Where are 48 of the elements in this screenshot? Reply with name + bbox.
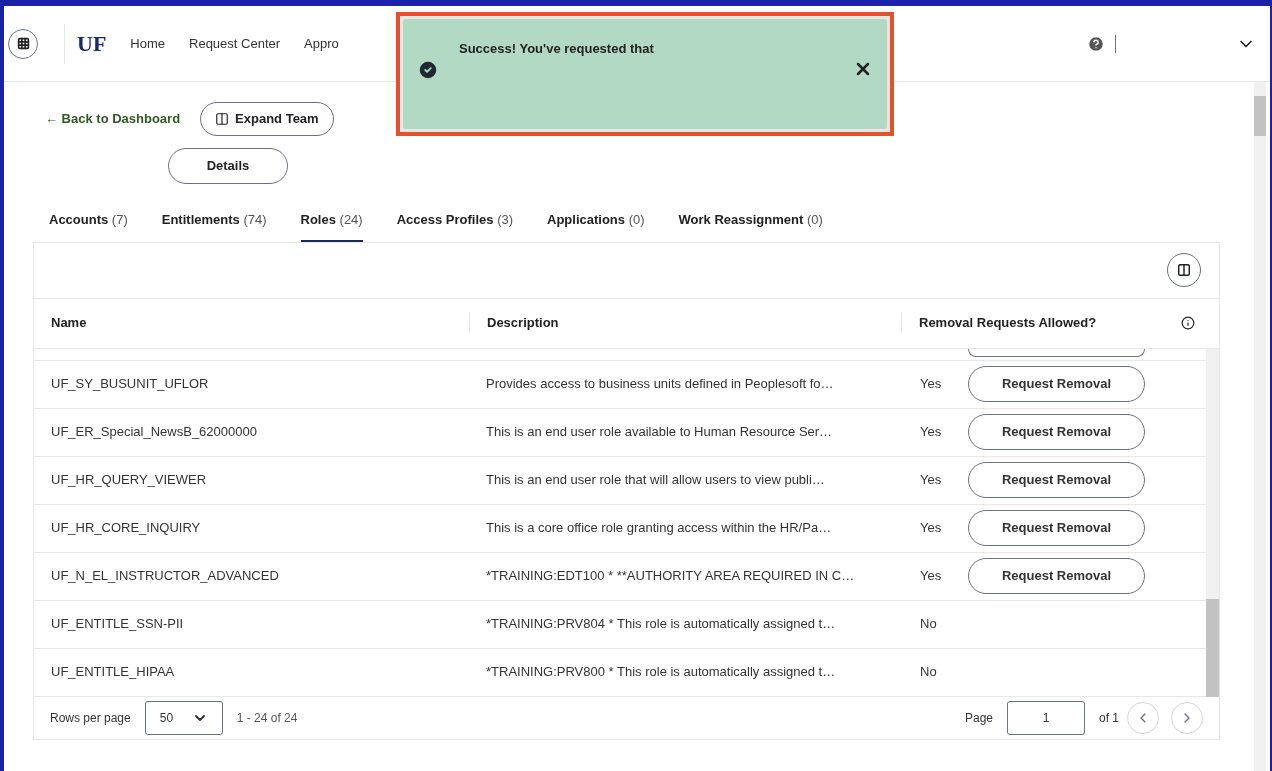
page-label: Page: [964, 709, 993, 727]
tab[interactable]: Access Profiles (3): [396, 210, 514, 243]
role-name: UF_HR_CORE_INQUIRY: [50, 519, 202, 538]
tab[interactable]: Applications (0): [547, 210, 645, 243]
removal-allowed: Yes: [920, 375, 943, 394]
role-description: This is an end user role that will allow users to view publi…: [485, 471, 826, 490]
role-name: UF_SY_BUSUNIT_UFLOR: [50, 375, 210, 394]
toast-message: Success! You've requested that: [459, 40, 654, 58]
role-name: UF_ENTITLE_SSN-PII: [50, 615, 185, 634]
removal-allowed: Yes: [920, 423, 943, 442]
column-header: Removal Requests Allowed?: [919, 314, 1097, 333]
removal-allowed: No: [920, 615, 938, 634]
nav-link[interactable]: Appro: [304, 33, 339, 54]
page-total: of 1: [1099, 709, 1119, 727]
column-header: Name: [50, 314, 88, 333]
role-description: *TRAINING:PRV804 * This role is automatically assigned t…: [485, 615, 837, 634]
role-description: This is an end user role available to Human Resource Ser…: [485, 423, 834, 442]
removal-allowed: Yes: [920, 471, 943, 490]
removal-allowed: Yes: [920, 519, 943, 538]
tab[interactable]: Roles (24): [300, 210, 363, 243]
nav-link[interactable]: Request Center: [189, 33, 281, 54]
logo: UF: [77, 32, 107, 55]
check-icon: [417, 59, 439, 81]
back-link[interactable]: ← Back to Dashboard: [45, 109, 181, 129]
role-description: *TRAINING:EDT100 * **AUTHORITY AREA REQUIRED IN C…: [485, 567, 856, 586]
columns-icon: [1177, 263, 1191, 277]
role-name: UF_ER_Special_NewsB_62000000: [50, 423, 258, 442]
grid-icon: [16, 37, 30, 50]
tab[interactable]: Work Reassignment (0): [678, 210, 823, 243]
role-description: This is a core office role granting access within the HR/Pa…: [485, 519, 833, 538]
tab[interactable]: Entitlements (74): [161, 210, 267, 243]
page-field[interactable]: 1: [1007, 700, 1085, 735]
rows-per-page-label: Rows per page: [50, 709, 131, 727]
removal-allowed: No: [920, 663, 938, 682]
role-name: UF_N_EL_INSTRUCTOR_ADVANCED: [50, 567, 280, 586]
role-name: UF_ENTITLE_HIPAA: [50, 663, 176, 682]
panel-icon: [215, 112, 230, 126]
rows-per-page-select[interactable]: 50: [144, 700, 223, 735]
tab[interactable]: Accounts (7): [49, 210, 128, 243]
nav-link[interactable]: Home: [130, 33, 165, 54]
role-description: *TRAINING:PRV800 * This role is automatically assigned t…: [485, 663, 837, 682]
role-description: Provides access to business units defined in Peoplesoft fo…: [485, 375, 835, 394]
range-label: 1 - 24 of 24: [236, 709, 298, 727]
info-icon[interactable]: [1181, 316, 1195, 330]
role-name: UF_HR_QUERY_VIEWER: [50, 471, 208, 490]
help-icon[interactable]: [1087, 34, 1105, 53]
column-header: Description: [469, 313, 901, 333]
removal-allowed: Yes: [920, 567, 943, 586]
